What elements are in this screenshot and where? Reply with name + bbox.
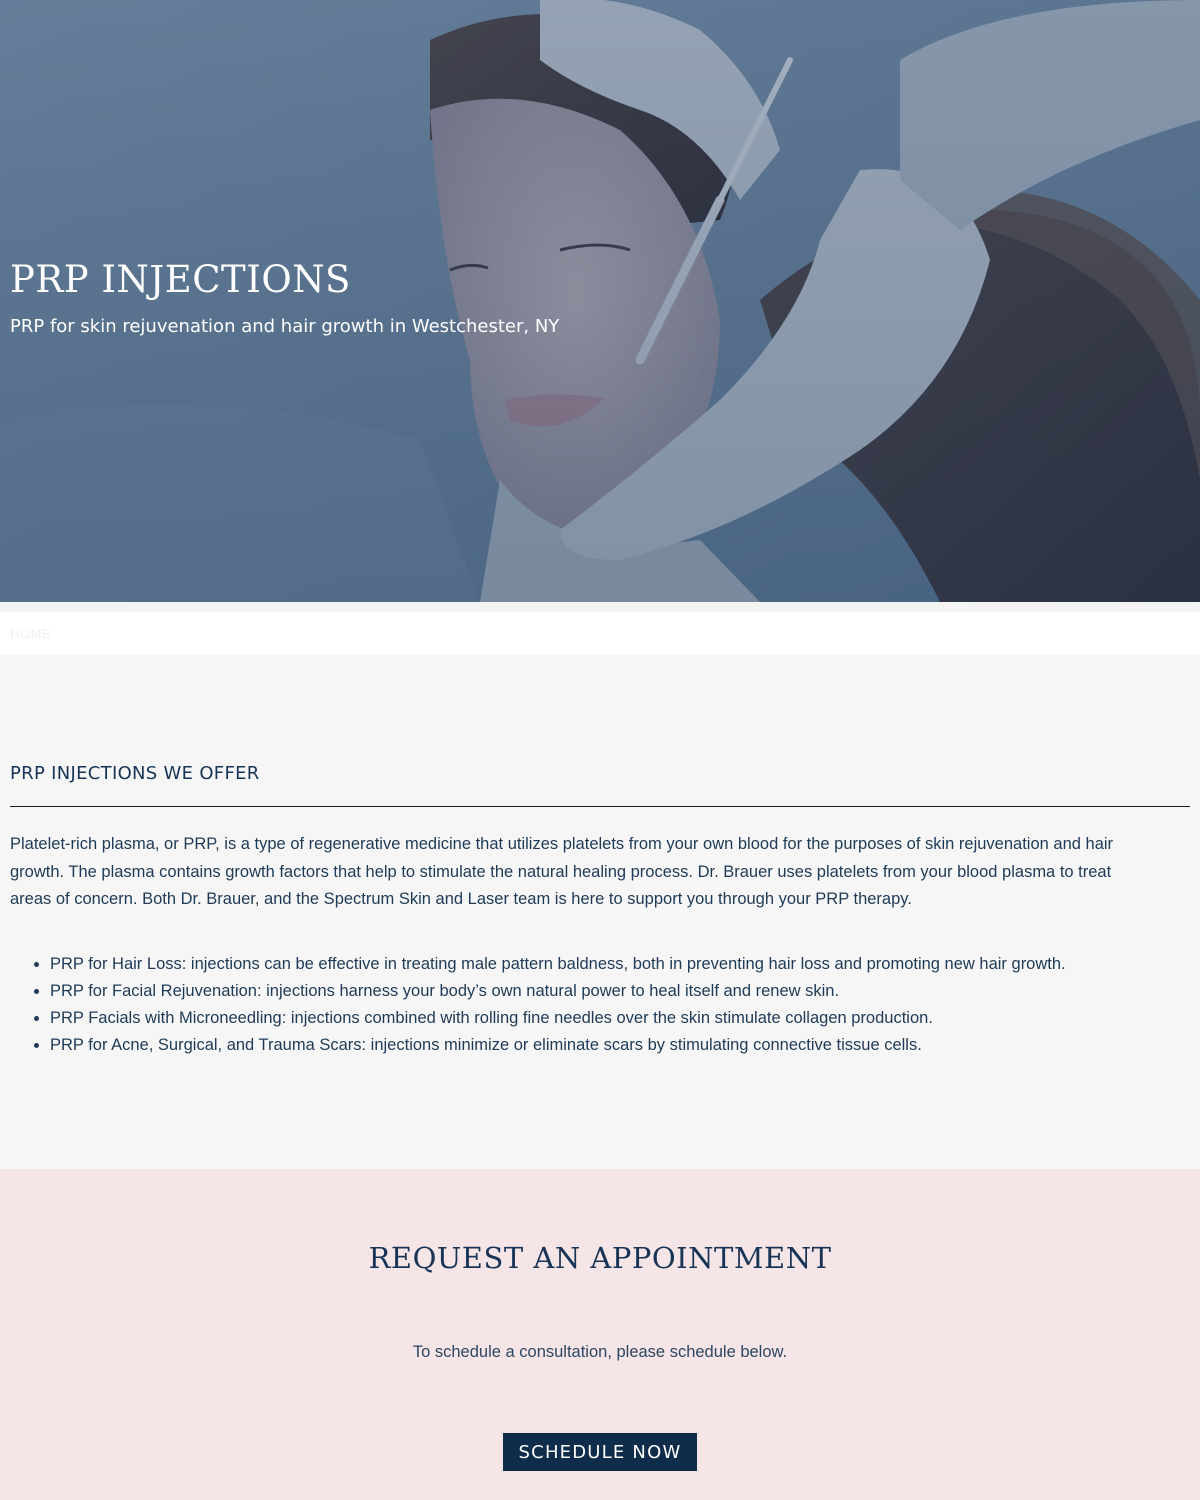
breadcrumb: HOME <box>0 612 1200 655</box>
offer-section: PRP INJECTIONS WE OFFER Platelet-rich pl… <box>0 655 1200 1169</box>
appointment-text: To schedule a consultation, please sched… <box>412 1343 788 1361</box>
list-item: PRP for Acne, Surgical, and Trauma Scars… <box>50 1032 1066 1059</box>
list-item: PRP for Facial Rejuvenation: injections … <box>50 978 1066 1005</box>
list-item: PRP for Hair Loss: injections can be eff… <box>50 951 1066 978</box>
page-title: PRP INJECTIONS <box>10 258 351 301</box>
divider-strip <box>0 602 1200 612</box>
appointment-section: REQUEST AN APPOINTMENT To schedule a con… <box>0 1169 1200 1500</box>
offer-divider <box>10 806 1190 807</box>
schedule-now-button[interactable]: SCHEDULE NOW <box>503 1433 697 1471</box>
offer-intro-text: Platelet-rich plasma, or PRP, is a type … <box>10 835 1114 908</box>
breadcrumb-home-link[interactable]: HOME <box>10 626 51 641</box>
offer-list: PRP for Hair Loss: injections can be eff… <box>10 951 1066 1059</box>
list-item: PRP Facials with Microneedling: injectio… <box>50 1005 1066 1032</box>
hero-overlay <box>0 0 1200 602</box>
offer-heading: PRP INJECTIONS WE OFFER <box>10 763 260 784</box>
appointment-heading: REQUEST AN APPOINTMENT <box>368 1241 832 1275</box>
hero-banner: PRP INJECTIONS PRP for skin rejuvenation… <box>0 0 1200 602</box>
page-subtitle: PRP for skin rejuvenation and hair growt… <box>10 316 560 337</box>
